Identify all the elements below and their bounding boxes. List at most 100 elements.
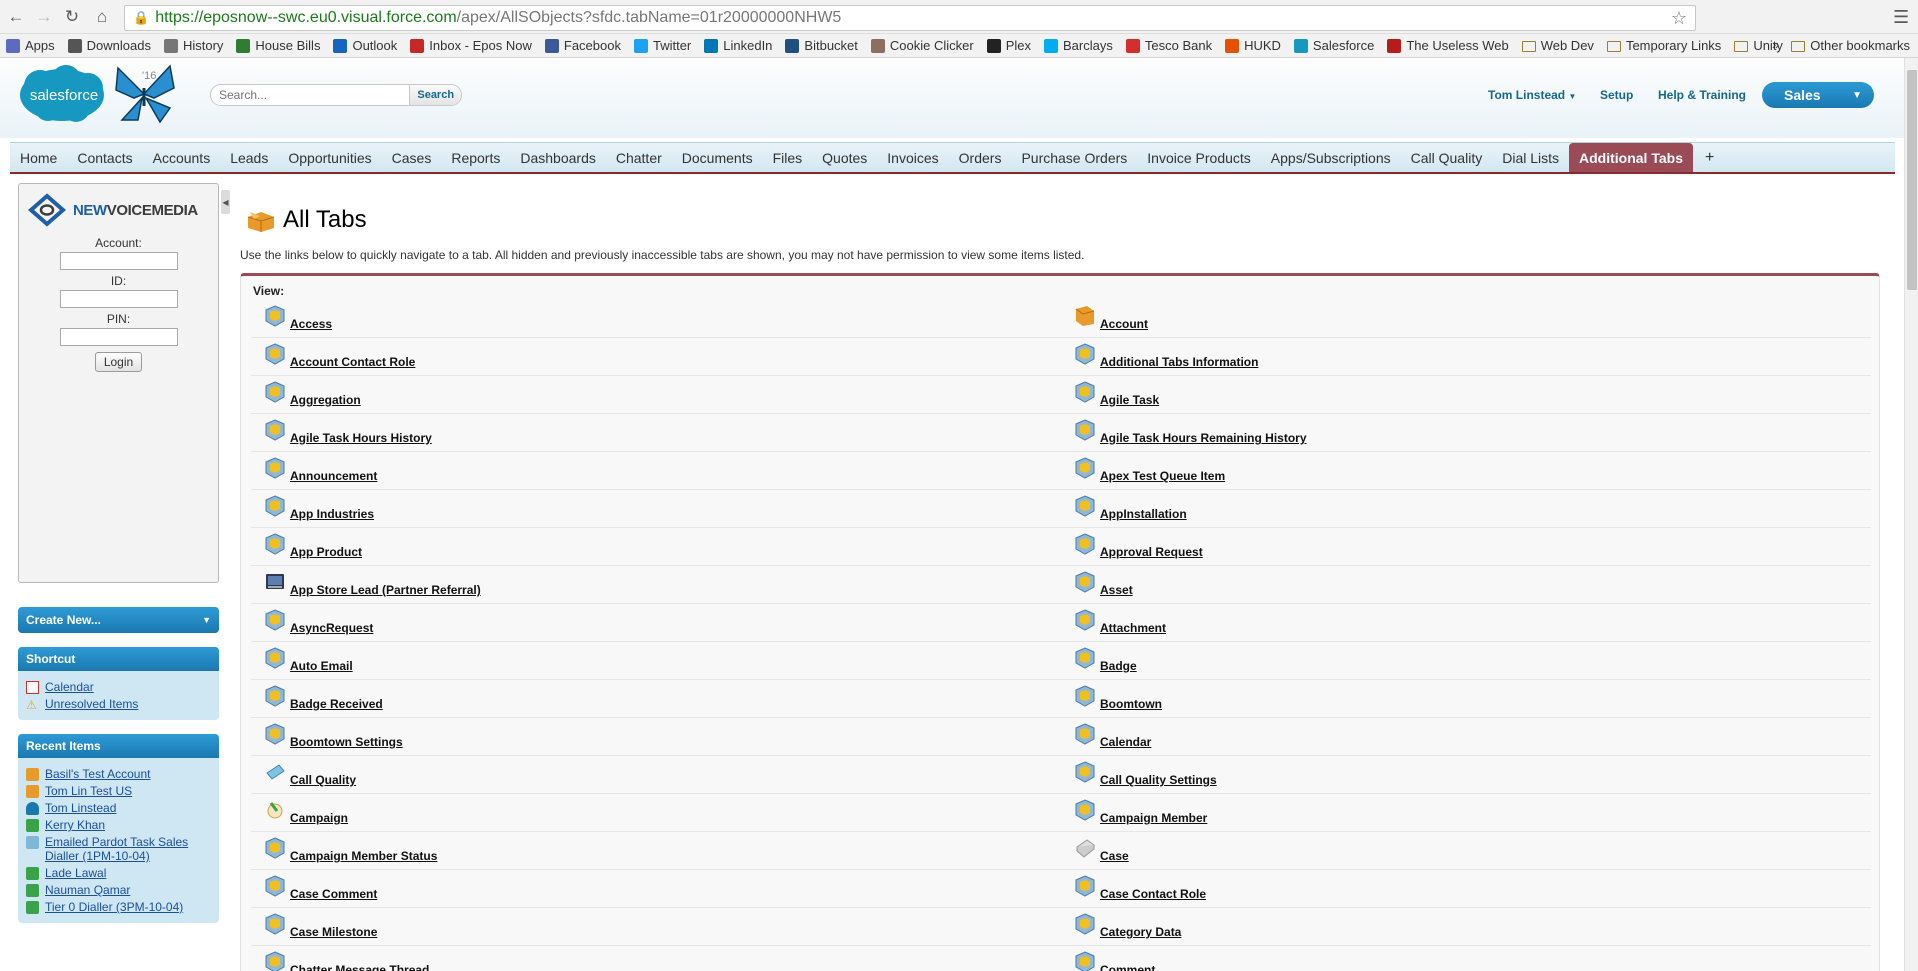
tab-list-item-campaign-member-status[interactable]: Campaign Member Status <box>251 832 1061 869</box>
recent-item[interactable]: Basil's Test Account <box>26 767 213 781</box>
tab-call-quality[interactable]: Call Quality <box>1401 143 1493 172</box>
recent-item[interactable]: Lade Lawal <box>26 866 213 880</box>
tab-list-item-case-comment[interactable]: Case Comment <box>251 870 1061 907</box>
tab-link-agile-task[interactable]: Agile Task <box>1100 393 1159 407</box>
tab-link-attachment[interactable]: Attachment <box>1100 621 1166 635</box>
tab-list-item-boomtown-settings[interactable]: Boomtown Settings <box>251 718 1061 755</box>
tab-link-boomtown-settings[interactable]: Boomtown Settings <box>290 735 403 749</box>
bookmark-cookie-clicker[interactable]: Cookie Clicker <box>870 38 974 53</box>
tab-link-campaign[interactable]: Campaign <box>290 811 348 825</box>
tab-list-item-calendar[interactable]: Calendar <box>1061 718 1871 755</box>
tab-list-item-additional-tabs-information[interactable]: Additional Tabs Information <box>1061 338 1871 375</box>
bookmark-hukd[interactable]: HUKD <box>1225 38 1281 53</box>
bookmark-facebook[interactable]: Facebook <box>544 38 621 53</box>
tab-list-item-app-store-lead-partner-referral[interactable]: App Store Lead (Partner Referral) <box>251 566 1061 603</box>
tab-list-item-asset[interactable]: Asset <box>1061 566 1871 603</box>
tab-list-item-category-data[interactable]: Category Data <box>1061 908 1871 945</box>
recent-item[interactable]: Kerry Khan <box>26 818 213 832</box>
tab-link-category-data[interactable]: Category Data <box>1100 925 1181 939</box>
tab-link-badge-received[interactable]: Badge Received <box>290 697 383 711</box>
bookmark-the-useless-web[interactable]: The Useless Web <box>1387 38 1509 53</box>
tab-accounts[interactable]: Accounts <box>143 143 221 172</box>
recent-item-link[interactable]: Emailed Pardot Task Sales Dialler (1PM-1… <box>45 835 213 863</box>
tab-list-item-case[interactable]: Case <box>1061 832 1871 869</box>
shortcut-unresolved-items[interactable]: ⚠ Unresolved Items <box>26 697 213 712</box>
bookmark-temporary-links[interactable]: Temporary Links <box>1606 38 1721 53</box>
tab-link-apex-test-queue-item[interactable]: Apex Test Queue Item <box>1100 469 1225 483</box>
tab-opportunities[interactable]: Opportunities <box>278 143 381 172</box>
tab-list-item-asyncrequest[interactable]: AsyncRequest <box>251 604 1061 641</box>
setup-link[interactable]: Setup <box>1600 88 1633 102</box>
tab-list-item-call-quality-settings[interactable]: Call Quality Settings <box>1061 756 1871 793</box>
tab-link-approval-request[interactable]: Approval Request <box>1100 545 1203 559</box>
bookmark-web-dev[interactable]: Web Dev <box>1521 38 1594 53</box>
browser-menu-icon[interactable]: ☰ <box>1893 7 1909 28</box>
tab-list-item-badge-received[interactable]: Badge Received <box>251 680 1061 717</box>
recent-item-link[interactable]: Tom Lin Test US <box>45 784 132 798</box>
recent-item-link[interactable]: Kerry Khan <box>45 818 105 832</box>
tab-list-item-agile-task-hours-remaining-history[interactable]: Agile Task Hours Remaining History <box>1061 414 1871 451</box>
tab-link-asset[interactable]: Asset <box>1100 583 1133 597</box>
tab-link-app-industries[interactable]: App Industries <box>290 507 374 521</box>
id-input[interactable] <box>59 290 178 308</box>
bookmark-tesco-bank[interactable]: Tesco Bank <box>1125 38 1212 53</box>
tab-invoices[interactable]: Invoices <box>877 143 948 172</box>
tab-link-announcement[interactable]: Announcement <box>290 469 377 483</box>
tab-link-badge[interactable]: Badge <box>1100 659 1137 673</box>
tab-dial-lists[interactable]: Dial Lists <box>1492 143 1569 172</box>
recent-item-link[interactable]: Basil's Test Account <box>45 767 150 781</box>
bookmark-plex[interactable]: Plex <box>986 38 1031 53</box>
tab-list-item-boomtown[interactable]: Boomtown <box>1061 680 1871 717</box>
tab-additional-tabs[interactable]: Additional Tabs <box>1569 143 1693 172</box>
recent-item[interactable]: Nauman Qamar <box>26 883 213 897</box>
tab-list-item-app-industries[interactable]: App Industries <box>251 490 1061 527</box>
tab-invoice-products[interactable]: Invoice Products <box>1137 143 1261 172</box>
bookmark-salesforce[interactable]: Salesforce <box>1293 38 1374 53</box>
tab-files[interactable]: Files <box>763 143 813 172</box>
tab-list-item-aggregation[interactable]: Aggregation <box>251 376 1061 413</box>
recent-item[interactable]: Tom Lin Test US <box>26 784 213 798</box>
pin-input[interactable] <box>59 328 178 346</box>
tab-list-item-case-contact-role[interactable]: Case Contact Role <box>1061 870 1871 907</box>
tab-list-item-account-contact-role[interactable]: Account Contact Role <box>251 338 1061 375</box>
tab-link-app-product[interactable]: App Product <box>290 545 362 559</box>
page-scrollbar[interactable] <box>1904 58 1918 971</box>
scrollbar-thumb[interactable] <box>1907 70 1917 290</box>
tab-link-appinstallation[interactable]: AppInstallation <box>1100 507 1187 521</box>
tab-leads[interactable]: Leads <box>220 143 278 172</box>
recent-item-link[interactable]: Tier 0 Dialler (3PM-10-04) <box>45 900 183 914</box>
bookmark-house-bills[interactable]: House Bills <box>236 38 320 53</box>
tab-link-account[interactable]: Account <box>1100 317 1148 331</box>
tab-list-item-campaign-member[interactable]: Campaign Member <box>1061 794 1871 831</box>
tab-purchase-orders[interactable]: Purchase Orders <box>1011 143 1137 172</box>
tab-reports[interactable]: Reports <box>441 143 510 172</box>
tab-list-item-case-milestone[interactable]: Case Milestone <box>251 908 1061 945</box>
search-input[interactable] <box>211 85 410 105</box>
tab-home[interactable]: Home <box>10 143 67 172</box>
tab-link-aggregation[interactable]: Aggregation <box>290 393 361 407</box>
tab-list-item-appinstallation[interactable]: AppInstallation <box>1061 490 1871 527</box>
user-menu[interactable]: Tom Linstead ▼ <box>1488 88 1576 102</box>
tab-list-item-auto-email[interactable]: Auto Email <box>251 642 1061 679</box>
tab-dashboards[interactable]: Dashboards <box>510 143 606 172</box>
tab-link-access[interactable]: Access <box>290 317 332 331</box>
tab-link-case[interactable]: Case <box>1100 849 1129 863</box>
tab-link-auto-email[interactable]: Auto Email <box>290 659 353 673</box>
home-icon[interactable]: ⌂ <box>92 7 112 27</box>
add-tab-plus-icon[interactable]: + <box>1693 143 1726 172</box>
shortcut-link[interactable]: Calendar <box>45 680 94 694</box>
recent-item-link[interactable]: Lade Lawal <box>45 866 106 880</box>
tab-list-item-agile-task-hours-history[interactable]: Agile Task Hours History <box>251 414 1061 451</box>
help-training-link[interactable]: Help & Training <box>1658 88 1746 102</box>
login-button[interactable]: Login <box>94 352 143 372</box>
tab-link-app-store-lead-partner-referral[interactable]: App Store Lead (Partner Referral) <box>290 583 481 597</box>
bookmark-inbox-epos-now[interactable]: Inbox - Epos Now <box>410 38 532 53</box>
recent-item[interactable]: Tom Linstead <box>26 801 213 815</box>
bookmark-twitter[interactable]: Twitter <box>633 38 691 53</box>
tab-list-item-app-product[interactable]: App Product <box>251 528 1061 565</box>
bookmark-history[interactable]: History <box>163 38 223 53</box>
bookmark-outlook[interactable]: Outlook <box>333 38 397 53</box>
back-icon[interactable]: ← <box>6 7 26 27</box>
tab-link-boomtown[interactable]: Boomtown <box>1100 697 1162 711</box>
other-bookmarks[interactable]: Other bookmarks <box>1791 38 1910 53</box>
